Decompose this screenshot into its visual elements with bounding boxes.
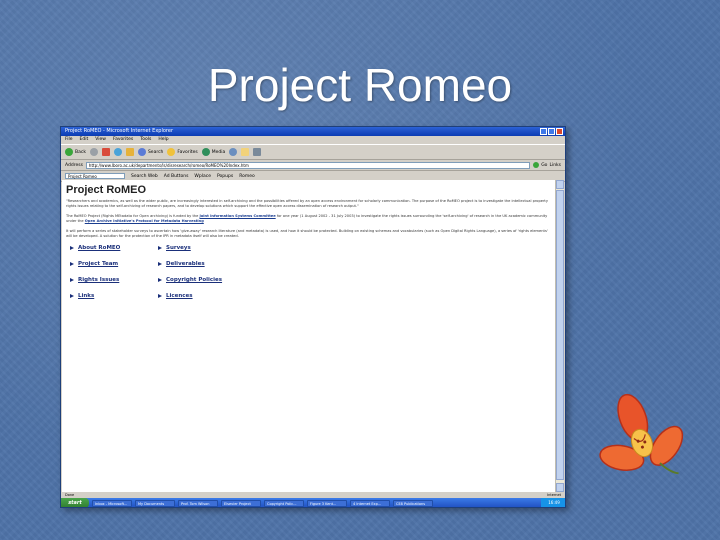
browser-screenshot: Project RoMEO - Microsoft Internet Explo… [60,126,566,508]
arrow-right-icon [158,278,162,282]
search-icon [137,148,146,156]
close-button[interactable] [556,128,563,135]
taskbar-item[interactable]: Figure 3 Kent... [307,499,347,507]
window-titlebar[interactable]: Project RoMEO - Microsoft Internet Explo… [61,127,565,136]
start-button[interactable]: start [61,498,89,507]
jisc-link[interactable]: Joint Information Systems Committee [200,214,276,218]
nav-rights-issues[interactable]: Rights Issues [70,277,158,283]
address-label: Address [65,162,83,168]
go-arrow-icon[interactable] [533,162,540,168]
taskbar-item[interactable]: CE8 Publications [393,499,433,507]
scroll-thumb[interactable] [556,190,564,480]
scroll-up-button[interactable] [556,180,564,189]
taskbar-item[interactable]: My Documents [135,499,175,507]
history-icon[interactable] [229,148,238,156]
nav-project-team[interactable]: Project Team [70,261,158,267]
taskbar-item[interactable]: Elsevier Project [221,499,261,507]
nav-surveys[interactable]: Surveys [158,245,278,251]
nav-about-romeo[interactable]: About RoMEO [70,245,158,251]
arrow-right-icon [70,246,74,250]
nav-links[interactable]: Links [70,293,158,299]
refresh-icon[interactable] [113,148,122,156]
standard-toolbar: Back Search Favorites Media [61,144,565,160]
page-content: Project RoMEO "Researchers and academics… [62,180,555,492]
windows-taskbar: start Inbox - Microsoft... My Documents … [61,498,565,507]
back-button[interactable]: Back [65,148,86,156]
project-nav: About RoMEO Surveys Project Team Deliver… [70,245,551,299]
slide-title: Project Romeo [207,59,513,111]
nav-copyright-policies[interactable]: Copyright Policies [158,277,278,283]
back-arrow-icon [65,148,73,156]
links-label[interactable]: Links [549,163,561,168]
links-item-wplace[interactable]: Wplace [194,174,211,179]
taskbar-item[interactable]: Copyright Polic... [264,499,304,507]
arrow-right-icon [158,294,162,298]
funding-paragraph: The RoMEO Project (Rights MEtadata for O… [66,214,548,223]
menu-file[interactable]: File [65,136,73,144]
vertical-scrollbar[interactable] [555,180,564,492]
media-button[interactable]: Media [201,148,225,156]
nav-licences[interactable]: Licences [158,293,278,299]
flower-clipart [599,393,684,475]
links-item-romeo[interactable]: Romeo [239,174,255,179]
taskbar-item[interactable]: 4 Internet Exp... [350,499,390,507]
stop-icon[interactable] [101,148,110,156]
arrow-right-icon [70,294,74,298]
menu-view[interactable]: View [95,136,106,144]
system-clock[interactable]: 16:49 [541,498,565,507]
nav-deliverables[interactable]: Deliverables [158,261,278,267]
arrow-right-icon [158,262,162,266]
window-title: Project RoMEO - Microsoft Internet Explo… [65,128,174,134]
forward-arrow-icon[interactable] [89,148,98,156]
minimize-button[interactable] [540,128,547,135]
menu-favorites[interactable]: Favorites [113,136,133,144]
maximize-button[interactable] [548,128,555,135]
home-icon[interactable] [125,148,134,156]
arrow-right-icon [158,246,162,250]
scroll-down-button[interactable] [556,483,564,492]
mail-icon[interactable] [241,148,250,156]
star-icon [167,148,176,156]
intro-paragraph: "Researchers and academics, as well as t… [66,199,548,208]
search-button[interactable]: Search [137,148,163,156]
go-button[interactable]: Go [541,163,547,168]
address-bar: Address http://www.lboro.ac.uk/departmen… [61,160,565,171]
media-icon [201,148,210,156]
links-item-ad-buttons[interactable]: Ad Buttons [164,174,189,179]
arrow-right-icon [70,262,74,266]
links-item-popups[interactable]: Popups [217,174,233,179]
oai-pmh-link[interactable]: Open Archive Initiative's Protocol for M… [85,219,204,223]
taskbar-item[interactable]: Prof. Tom Wilson [178,499,218,507]
search-web-button[interactable]: Search Web [131,174,158,179]
taskbar-item[interactable]: Inbox - Microsoft... [92,499,132,507]
print-icon[interactable] [253,148,262,156]
arrow-right-icon [70,278,74,282]
search-input[interactable]: Project Romeo [65,173,125,179]
address-input[interactable]: http://www.lboro.ac.uk/departments/ls/di… [85,161,531,169]
menu-tools[interactable]: Tools [140,136,151,144]
menu-bar: File Edit View Favorites Tools Help [61,136,565,144]
plan-paragraph: It will perform a series of stakeholder … [66,229,548,238]
menu-help[interactable]: Help [158,136,168,144]
page-heading: Project RoMEO [66,184,147,196]
favorites-button[interactable]: Favorites [167,148,198,156]
menu-edit[interactable]: Edit [80,136,89,144]
